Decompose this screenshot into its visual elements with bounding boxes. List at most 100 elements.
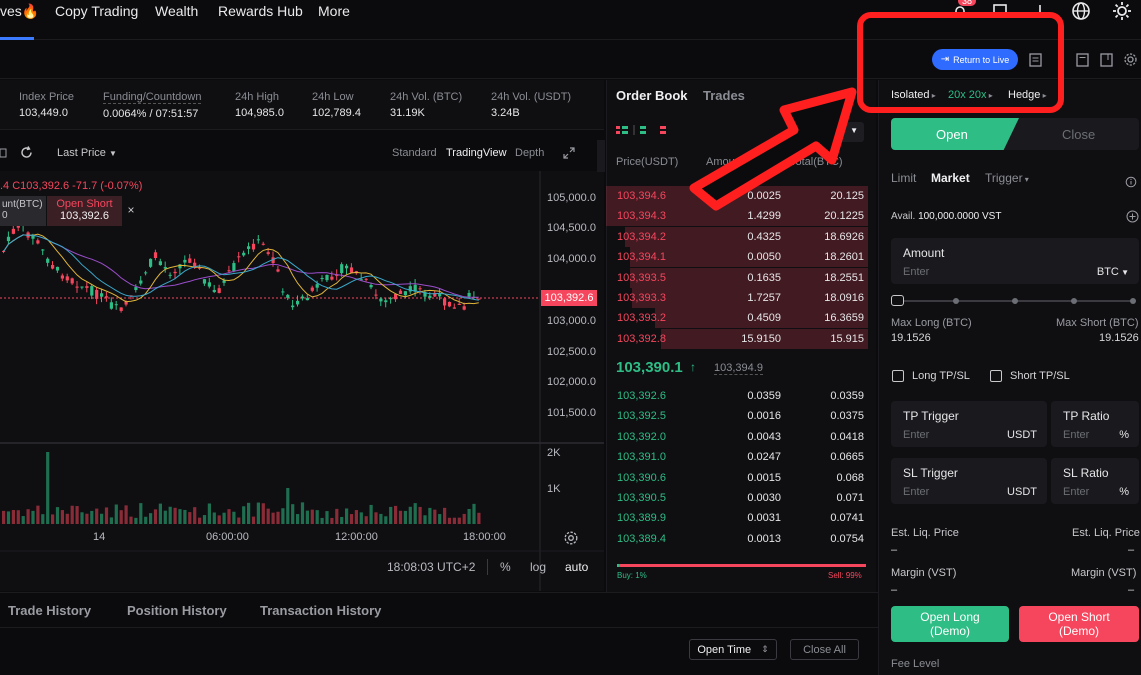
sl-trigger-field[interactable]: SL Trigger Enter USDT bbox=[891, 458, 1047, 504]
slider-step-dot[interactable] bbox=[1130, 298, 1136, 304]
tab-trade-history[interactable]: Trade History bbox=[8, 603, 91, 618]
view-standard[interactable]: Standard bbox=[392, 147, 437, 159]
short-tpsl-checkbox[interactable] bbox=[990, 370, 1002, 382]
close-tab[interactable]: Close bbox=[1062, 127, 1095, 142]
nav-item-futures[interactable]: ves🔥 bbox=[0, 3, 39, 20]
bid-row[interactable]: 103,392.6 0.0359 0.0359 bbox=[606, 386, 868, 406]
volume-tick: 2K bbox=[547, 447, 561, 459]
ask-row[interactable]: 103,393.2 0.4509 16.3659 bbox=[606, 308, 868, 329]
tab-order-book[interactable]: Order Book bbox=[616, 88, 688, 103]
ask-row[interactable]: 103,392.8 15.9150 15.915 bbox=[606, 328, 868, 349]
candle-body bbox=[51, 265, 55, 269]
tab-position-history[interactable]: Position History bbox=[127, 603, 227, 618]
tp-trigger-field[interactable]: TP Trigger Enter USDT bbox=[891, 401, 1047, 447]
account-icon[interactable] bbox=[992, 3, 1008, 19]
bid-row[interactable]: 103,392.0 0.0043 0.0418 bbox=[606, 427, 868, 447]
bid-row[interactable]: 103,390.6 0.0015 0.068 bbox=[606, 468, 868, 488]
calculator-icon[interactable] bbox=[1076, 53, 1089, 67]
volume-bar bbox=[286, 488, 290, 524]
bid-row[interactable]: 103,392.5 0.0016 0.0375 bbox=[606, 406, 868, 426]
open-long-button[interactable]: Open Long (Demo) bbox=[891, 606, 1009, 642]
percent-scale-toggle[interactable]: % bbox=[500, 560, 511, 574]
nav-item-rewards-hub[interactable]: Rewards Hub bbox=[218, 3, 303, 19]
candle-body bbox=[340, 264, 344, 274]
volume-bar bbox=[21, 516, 25, 524]
settings-gear-icon[interactable] bbox=[1123, 52, 1138, 67]
bid-row[interactable]: 103,390.5 0.0030 0.071 bbox=[606, 488, 868, 508]
fullscreen-icon[interactable] bbox=[562, 146, 576, 160]
chart-settings-icon[interactable] bbox=[563, 530, 579, 546]
ask-row[interactable]: 103,393.3 1.7257 18.0916 bbox=[606, 288, 868, 308]
globe-icon[interactable] bbox=[1071, 1, 1091, 21]
volume-bar bbox=[119, 510, 123, 524]
notification-icon[interactable] bbox=[952, 4, 968, 20]
ask-row[interactable]: 103,394.6 0.0025 20.125 bbox=[606, 186, 868, 206]
volume-bar bbox=[85, 513, 89, 524]
order-type-limit[interactable]: Limit bbox=[891, 171, 916, 185]
ask-row[interactable]: 103,394.1 0.0050 18.2601 bbox=[606, 247, 868, 268]
book-layout-icons[interactable] bbox=[616, 125, 682, 137]
amount-unit-select[interactable]: BTC ▼ bbox=[1097, 266, 1129, 278]
long-tpsl-checkbox[interactable] bbox=[892, 370, 904, 382]
bid-row[interactable]: 103,391.0 0.0247 0.0665 bbox=[606, 447, 868, 467]
orders-list-icon[interactable] bbox=[1029, 53, 1042, 67]
add-funds-icon[interactable] bbox=[1126, 210, 1139, 223]
slider-step-dot[interactable] bbox=[1012, 298, 1018, 304]
y-tick: 103,000.0 bbox=[547, 315, 596, 327]
order-type-trigger[interactable]: Trigger ▾ bbox=[985, 171, 1029, 185]
info-icon[interactable] bbox=[1125, 176, 1137, 188]
auto-scale-toggle[interactable]: auto bbox=[565, 560, 588, 574]
refresh-icon[interactable] bbox=[19, 145, 34, 160]
amount-input[interactable]: Enter bbox=[903, 266, 929, 278]
volume-bar bbox=[212, 512, 216, 524]
sl-trigger-input[interactable]: Enter bbox=[903, 486, 929, 498]
candle-body bbox=[330, 276, 334, 280]
ask-row[interactable]: 103,394.2 0.4325 18.6926 bbox=[606, 226, 868, 247]
order-type-market[interactable]: Market bbox=[931, 171, 970, 185]
tab-transaction-history[interactable]: Transaction History bbox=[260, 603, 381, 618]
sort-icon: ⇕ bbox=[761, 644, 769, 654]
slider-step-dot[interactable] bbox=[1071, 298, 1077, 304]
amount-slider-handle[interactable] bbox=[891, 295, 904, 306]
nav-item-copy-trading[interactable]: Copy Trading bbox=[55, 3, 138, 19]
sl-ratio-input[interactable]: Enter bbox=[1063, 486, 1089, 498]
price-chart[interactable]: .4 C103,392.6 -71.7 (-0.07%) unt(BTC) 0 … bbox=[0, 171, 604, 591]
screenshot-icon[interactable] bbox=[0, 146, 8, 160]
tab-trades[interactable]: Trades bbox=[703, 88, 745, 103]
ask-row[interactable]: 103,393.5 0.1635 18.2551 bbox=[606, 267, 868, 288]
slider-step-dot[interactable] bbox=[953, 298, 959, 304]
tp-ratio-input[interactable]: Enter bbox=[1063, 429, 1089, 441]
view-depth[interactable]: Depth bbox=[515, 147, 544, 159]
price-type-dropdown[interactable]: Last Price ▼ bbox=[57, 147, 117, 159]
candle-body bbox=[109, 302, 113, 309]
nav-item-more[interactable]: More bbox=[318, 3, 350, 19]
sl-ratio-field[interactable]: SL Ratio Enter % bbox=[1051, 458, 1139, 504]
view-tradingview[interactable]: TradingView bbox=[446, 147, 507, 159]
price-step-select[interactable]: 0.1 ▼ bbox=[812, 122, 864, 142]
theme-toggle-icon[interactable] bbox=[1112, 1, 1132, 21]
download-icon[interactable] bbox=[1032, 3, 1048, 19]
position-mode-hedge[interactable]: Hedge ▸ bbox=[1008, 89, 1047, 101]
amount-field[interactable]: Amount Enter BTC ▼ bbox=[891, 238, 1139, 284]
nav-item-wealth[interactable]: Wealth bbox=[155, 3, 198, 19]
bid-row[interactable]: 103,389.9 0.0031 0.0741 bbox=[606, 508, 868, 528]
candle-body bbox=[477, 298, 481, 300]
return-to-live-button[interactable]: ⇥ Return to Live bbox=[932, 49, 1018, 70]
guide-book-icon[interactable] bbox=[1100, 53, 1113, 67]
scrollbar[interactable] bbox=[597, 140, 605, 172]
ticker-strip: Index Price 103,449.0 Funding/Countdown … bbox=[0, 80, 604, 130]
tp-trigger-input[interactable]: Enter bbox=[903, 429, 929, 441]
open-time-sort-select[interactable]: Open Time ⇕ bbox=[689, 639, 777, 660]
bid-row[interactable]: 103,389.4 0.0013 0.0754 bbox=[606, 529, 868, 549]
candlestick-chart-svg[interactable] bbox=[0, 171, 604, 591]
close-marker-icon[interactable]: × bbox=[124, 203, 138, 217]
ask-row[interactable]: 103,394.3 1.4299 20.1225 bbox=[606, 206, 868, 227]
tp-ratio-field[interactable]: TP Ratio Enter % bbox=[1051, 401, 1139, 447]
margin-mode-isolated[interactable]: Isolated ▸ bbox=[891, 89, 936, 101]
leverage-selector[interactable]: 20x 20x ▸ bbox=[948, 89, 993, 101]
volume-bar bbox=[443, 507, 447, 524]
open-short-button[interactable]: Open Short (Demo) bbox=[1019, 606, 1139, 642]
open-short-marker[interactable]: Open Short 103,392.6 bbox=[47, 196, 122, 226]
log-scale-toggle[interactable]: log bbox=[530, 560, 546, 574]
close-all-button[interactable]: Close All bbox=[790, 639, 859, 660]
